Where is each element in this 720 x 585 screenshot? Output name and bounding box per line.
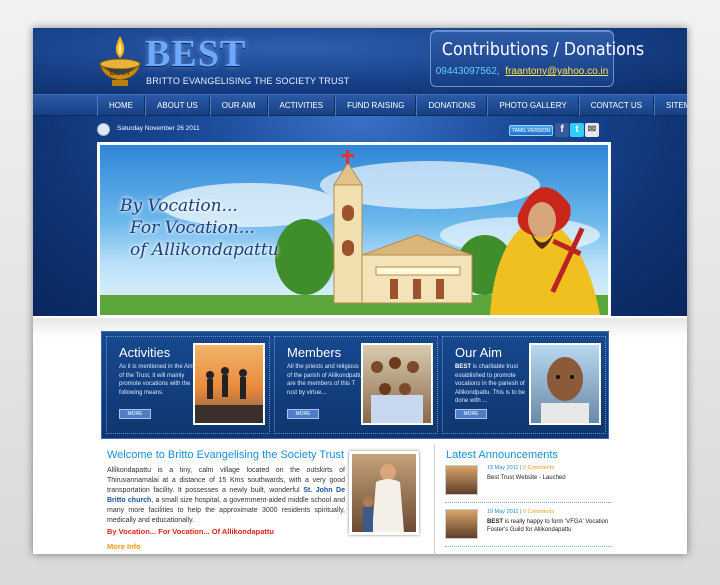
- feature-tiles: Activities As it is mentioned in the Aim…: [101, 331, 609, 439]
- announcement-text: Best Trust Website - Lauched: [487, 474, 609, 482]
- nav-photo-gallery[interactable]: PHOTO GALLERY: [487, 95, 579, 117]
- tile-more-button[interactable]: MORE: [119, 409, 151, 419]
- tile-text-body: is charitable trust established to promo…: [455, 364, 525, 404]
- announcement-text-body: is really happy to form 'VFGA' Vocation …: [487, 519, 609, 533]
- announcement-meta: 19 May 2011 | 0 Comments: [487, 465, 555, 471]
- announcement-date: 19 May 2011: [487, 509, 519, 515]
- main-nav: HOME ABOUT US OUR AIM ACTIVITIES FUND RA…: [33, 94, 687, 117]
- nav-contact-us[interactable]: CONTACT US: [578, 95, 654, 117]
- current-date: Saturday November 26 2011: [117, 125, 200, 132]
- announcement-separator: [445, 546, 611, 547]
- page-frame: BEST BEST BRITTO EVANGELISING THE SOCIET…: [33, 28, 687, 554]
- tile-text-bold: BEST: [455, 364, 472, 370]
- svg-text:BEST: BEST: [109, 68, 130, 77]
- site-subtitle: BRITTO EVANGELISING THE SOCIETY TRUST: [146, 76, 350, 86]
- tile-title[interactable]: Members: [287, 345, 341, 360]
- announcement-text-body: Best Trust Website - Lauched: [487, 475, 566, 481]
- tile-our-aim: Our Aim BEST is charitable trust establi…: [442, 336, 606, 434]
- welcome-tagline: By Vocation... For Vocation... Of Alliko…: [107, 527, 274, 536]
- oil-lamp-logo-icon: BEST: [99, 36, 141, 86]
- announcement-date: 19 May 2011: [487, 465, 519, 471]
- tile-text: BEST is charitable trust established to …: [455, 363, 533, 406]
- banner-line-1: By Vocation...: [120, 196, 238, 216]
- announcement-separator: [445, 502, 611, 503]
- clock-icon: [97, 123, 110, 136]
- children-group-illustration: [371, 357, 423, 423]
- saint-figure-illustration: [363, 464, 404, 532]
- announcement-comments[interactable]: 0 Comments: [523, 509, 554, 515]
- tamil-version-button[interactable]: TAMIL VERSION: [509, 125, 553, 136]
- welcome-body: Allikondapattu is a tiny, calm village l…: [107, 466, 345, 526]
- announcement-comments[interactable]: 0 Comments: [523, 465, 554, 471]
- nav-home[interactable]: HOME: [97, 95, 145, 117]
- nav-donations[interactable]: DONATIONS: [416, 95, 488, 117]
- announcement-item[interactable]: 19 May 2011 | 0 Comments BEST is really …: [445, 509, 611, 547]
- nav-our-aim[interactable]: OUR AIM: [209, 95, 268, 117]
- announcements-title: Latest Announcements: [446, 449, 558, 461]
- announcement-thumbnail: [445, 465, 478, 495]
- donations-email-link[interactable]: fraantony@yahoo.co.in: [505, 66, 608, 77]
- tile-photo: [361, 343, 433, 425]
- donations-contact: 09443097562, fraantony@yahoo.co.in: [431, 66, 613, 77]
- nav-about-us[interactable]: ABOUT US: [145, 95, 210, 117]
- donations-title: Contributions / Donations: [441, 39, 645, 60]
- mail-icon[interactable]: ✉: [585, 123, 599, 137]
- tile-more-button[interactable]: MORE: [455, 409, 487, 419]
- announcement-meta: 19 May 2011 | 0 Comments: [487, 509, 555, 515]
- donations-box: Contributions / Donations 09443097562, f…: [430, 30, 645, 87]
- facebook-icon[interactable]: f: [555, 123, 569, 137]
- welcome-title: Welcome to Britto Evangelising the Socie…: [107, 449, 345, 461]
- banner-line-3: of Allikondapattu: [130, 240, 279, 260]
- site-header: BEST BEST BRITTO EVANGELISING THE SOCIET…: [33, 28, 687, 94]
- nav-sitemap[interactable]: SITEMAP: [653, 95, 687, 117]
- silhouettes-illustration: [195, 367, 263, 423]
- tile-activities: Activities As it is mentioned in the Aim…: [106, 336, 270, 434]
- nav-fund-raising[interactable]: FUND RAISING: [335, 95, 417, 117]
- banner-slogan: By Vocation... For Vocation... of Alliko…: [120, 195, 290, 261]
- column-divider: [434, 444, 435, 554]
- donations-phone: 09443097562,: [435, 66, 500, 77]
- announcement-thumbnail: [445, 509, 478, 539]
- nav-activities[interactable]: ACTIVITIES: [267, 95, 336, 117]
- tile-text: As it is mentioned in the Aim of the Tru…: [119, 364, 195, 396]
- tile-more-button[interactable]: MORE: [287, 409, 319, 419]
- more-info-link[interactable]: More Info: [107, 542, 141, 551]
- tile-text: All the priests and religious of the par…: [287, 364, 363, 396]
- tile-title[interactable]: Activities: [119, 345, 170, 360]
- announcement-text-bold: BEST: [487, 519, 504, 525]
- tile-title[interactable]: Our Aim: [455, 345, 502, 360]
- banner-line-2: For Vocation...: [130, 218, 255, 238]
- announcement-text: BEST is really happy to form 'VFGA' Voca…: [487, 518, 609, 534]
- tile-photo: [529, 343, 601, 425]
- site-logo-text[interactable]: BEST: [145, 34, 246, 74]
- hero-banner: By Vocation... For Vocation... of Alliko…: [97, 142, 611, 318]
- tile-members: Members All the priests and religious of…: [274, 336, 438, 434]
- twitter-icon[interactable]: t: [570, 123, 584, 137]
- tile-photo: [193, 343, 265, 425]
- saint-painting-photo: [349, 451, 419, 535]
- child-portrait-illustration: [541, 357, 589, 423]
- announcement-item[interactable]: 19 May 2011 | 0 Comments Best Trust Webs…: [445, 465, 611, 503]
